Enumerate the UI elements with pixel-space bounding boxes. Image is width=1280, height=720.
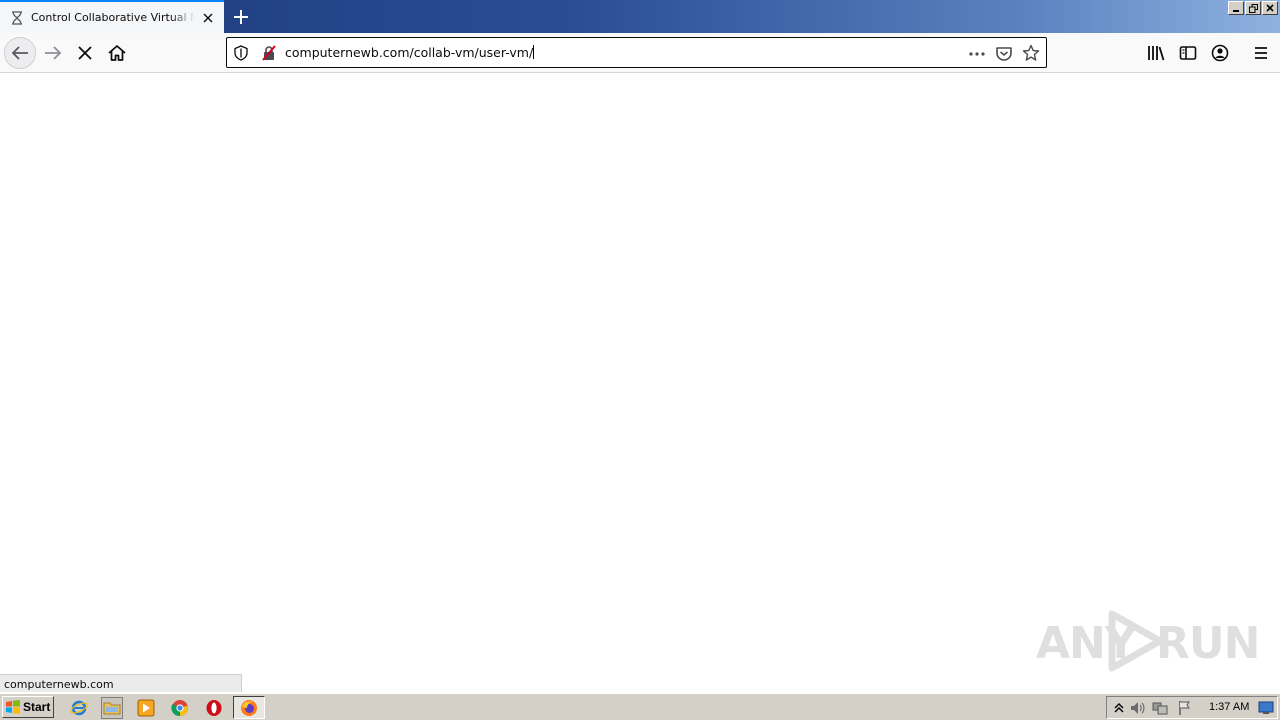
url-text[interactable]: computernewb.com/collab-vm/user-vm/ xyxy=(285,45,535,60)
bookmark-star-icon[interactable] xyxy=(1022,44,1040,62)
library-icon[interactable] xyxy=(1146,43,1166,63)
close-icon[interactable] xyxy=(200,10,216,26)
chrome-icon[interactable] xyxy=(169,697,191,719)
action-center-flag-icon[interactable] xyxy=(1177,700,1193,716)
url-bar[interactable]: computernewb.com/collab-vm/user-vm/ xyxy=(226,37,1047,68)
page-actions-icon[interactable] xyxy=(967,46,987,62)
internet-explorer-icon[interactable] xyxy=(68,697,90,719)
show-hidden-icons-icon[interactable] xyxy=(1111,700,1127,716)
tab-active[interactable]: Control Collaborative Virtual Machines xyxy=(0,0,224,33)
watermark-right-text: RUN xyxy=(1156,618,1260,669)
insecure-lock-icon[interactable] xyxy=(261,45,277,61)
tab-title: Control Collaborative Virtual Machines xyxy=(31,11,195,24)
firefox-taskbar-button[interactable] xyxy=(233,696,265,719)
hamburger-menu-icon[interactable] xyxy=(1251,43,1271,63)
show-desktop-icon[interactable] xyxy=(1258,700,1274,716)
firefox-icon xyxy=(241,699,257,716)
system-tray: 1:37 AM xyxy=(1106,696,1278,719)
network-icon[interactable] xyxy=(1152,700,1168,716)
tab-strip: Control Collaborative Virtual Machines xyxy=(0,0,1280,33)
taskbar: Start 1:37 AM xyxy=(0,693,1280,720)
pocket-icon[interactable] xyxy=(995,45,1013,63)
windows-logo-icon xyxy=(6,700,20,714)
minimize-button[interactable] xyxy=(1228,1,1244,15)
opera-icon[interactable] xyxy=(203,697,225,719)
tracking-protection-icon[interactable] xyxy=(233,45,249,61)
new-tab-button[interactable] xyxy=(230,6,252,28)
home-icon xyxy=(108,45,126,61)
page-content xyxy=(0,74,1280,692)
volume-icon[interactable] xyxy=(1129,700,1145,716)
back-button[interactable] xyxy=(4,37,36,69)
anyrun-watermark: ANY RUN xyxy=(1036,606,1260,674)
close-window-button[interactable] xyxy=(1262,1,1278,15)
back-arrow-icon xyxy=(11,46,28,60)
navigation-toolbar: computernewb.com/collab-vm/user-vm/ xyxy=(0,33,1280,73)
hourglass-icon xyxy=(10,10,24,25)
stop-icon xyxy=(78,46,92,60)
window-controls xyxy=(1228,1,1278,15)
explorer-folder-icon[interactable] xyxy=(101,697,123,719)
clock[interactable]: 1:37 AM xyxy=(1209,701,1249,713)
start-button[interactable]: Start xyxy=(2,696,54,718)
restore-button[interactable] xyxy=(1245,1,1261,15)
start-label: Start xyxy=(23,700,51,714)
plus-icon xyxy=(234,10,248,24)
sidebar-icon[interactable] xyxy=(1178,43,1198,63)
forward-button[interactable] xyxy=(37,37,69,69)
status-bar: computernewb.com xyxy=(0,674,242,692)
home-button[interactable] xyxy=(101,37,133,69)
text-caret xyxy=(533,45,535,59)
stop-button[interactable] xyxy=(69,37,101,69)
forward-arrow-icon xyxy=(45,46,62,60)
account-icon[interactable] xyxy=(1210,43,1230,63)
media-player-icon[interactable] xyxy=(135,697,157,719)
